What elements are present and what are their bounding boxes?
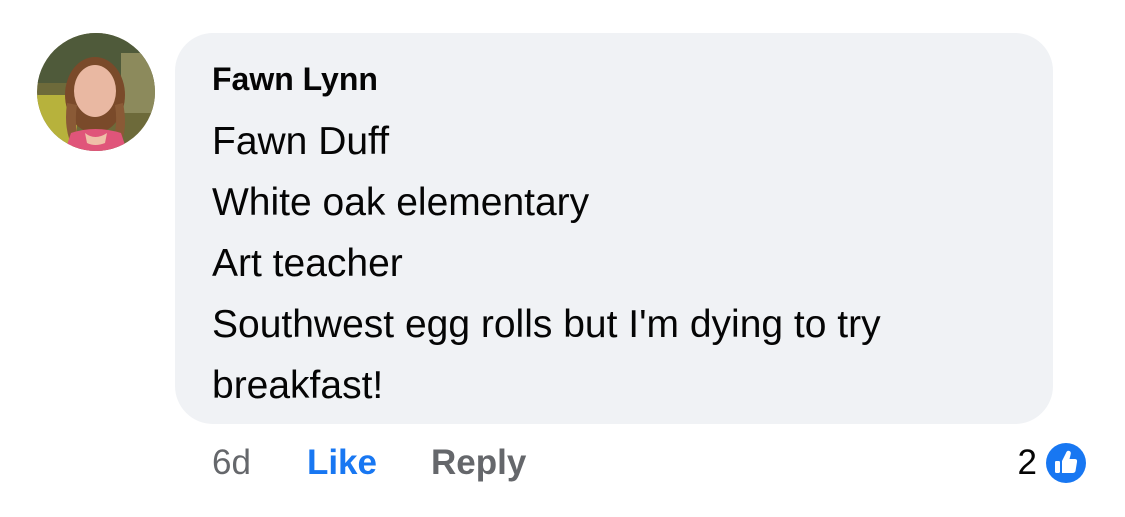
comment-bubble: Fawn Lynn Fawn Duff White oak elementary… [175, 33, 1053, 424]
avatar[interactable] [37, 33, 155, 151]
comment-actions: 6d Like Reply [212, 440, 526, 486]
comment-author[interactable]: Fawn Lynn [212, 59, 1017, 99]
reply-button[interactable]: Reply [431, 443, 526, 483]
reaction-summary[interactable]: 2 [1018, 440, 1089, 486]
thumbs-up-icon [1043, 440, 1089, 486]
comment-timestamp[interactable]: 6d [212, 443, 251, 483]
comment-text-line: Art teacher [212, 242, 403, 285]
reaction-count: 2 [1017, 443, 1037, 482]
comment-text-line: Fawn Duff [212, 120, 390, 163]
profile-photo [37, 33, 155, 151]
like-button[interactable]: Like [307, 443, 377, 483]
comment-text-line: White oak elementary [212, 181, 590, 224]
comment-text-line: Southwest egg rolls but I'm dying to try [212, 303, 881, 346]
comment-text-line: breakfast! [212, 364, 384, 407]
